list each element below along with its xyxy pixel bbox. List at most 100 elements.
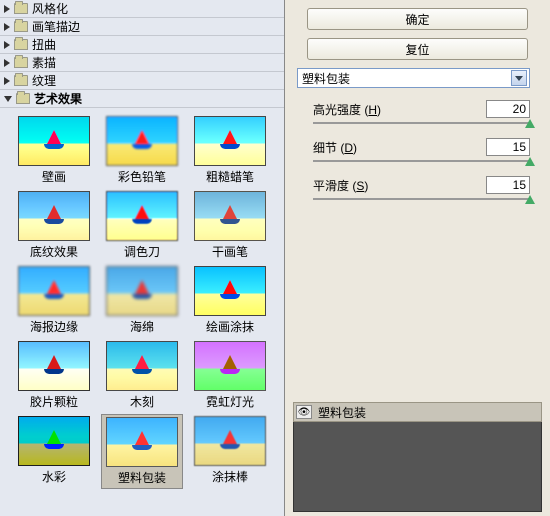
effect-layer-label: 塑料包装 bbox=[318, 404, 366, 421]
filter-preview-image bbox=[194, 266, 266, 316]
filter-thumb[interactable]: 胶片颗粒 bbox=[13, 339, 95, 412]
reset-button[interactable]: 复位 bbox=[307, 38, 528, 60]
filter-dropdown[interactable]: 塑料包装 bbox=[297, 68, 530, 88]
filter-preview-image bbox=[18, 116, 90, 166]
category-row[interactable]: 纹理 bbox=[0, 72, 284, 90]
filter-thumb[interactable]: 木刻 bbox=[101, 339, 183, 412]
filter-label: 木刻 bbox=[130, 393, 154, 410]
folder-icon bbox=[14, 75, 28, 86]
filter-label: 塑料包装 bbox=[118, 469, 166, 486]
filter-preview-image bbox=[194, 191, 266, 241]
folder-icon bbox=[14, 57, 28, 68]
category-row[interactable]: 风格化 bbox=[0, 0, 284, 18]
category-list: 风格化画笔描边扭曲素描纹理艺术效果 bbox=[0, 0, 284, 108]
filter-thumbnails: 壁画 彩色铅笔 粗糙蜡笔底纹效果 调色刀 干画笔海报边缘 海绵 绘画涂抹胶片颗粒 木刻 霓虹灯光… bbox=[0, 108, 284, 516]
filter-thumb[interactable]: 干画笔 bbox=[189, 189, 271, 262]
filter-label: 底纹效果 bbox=[30, 243, 78, 260]
folder-icon bbox=[14, 39, 28, 50]
filter-label: 水彩 bbox=[42, 468, 66, 485]
slider-thumb[interactable] bbox=[525, 119, 535, 128]
filter-preview-image bbox=[18, 266, 90, 316]
filter-thumb[interactable]: 塑料包装 bbox=[101, 414, 183, 489]
slider-row: 细节 (D) bbox=[313, 138, 530, 162]
triangle-right-icon bbox=[4, 5, 10, 13]
filter-thumb[interactable]: 底纹效果 bbox=[13, 189, 95, 262]
folder-icon bbox=[16, 93, 30, 104]
triangle-down-icon bbox=[4, 96, 12, 102]
slider-row: 平滑度 (S) bbox=[313, 176, 530, 200]
filter-thumb[interactable]: 海报边缘 bbox=[13, 264, 95, 337]
category-label: 风格化 bbox=[32, 0, 68, 17]
filter-thumb[interactable]: 水彩 bbox=[13, 414, 95, 489]
category-row[interactable]: 扭曲 bbox=[0, 36, 284, 54]
filter-preview-image bbox=[106, 266, 178, 316]
category-label: 素描 bbox=[32, 54, 56, 71]
filter-label: 粗糙蜡笔 bbox=[206, 168, 254, 185]
slider-row: 高光强度 (H) bbox=[313, 100, 530, 124]
chevron-down-icon bbox=[511, 70, 527, 86]
filter-preview-image bbox=[194, 416, 266, 466]
triangle-right-icon bbox=[4, 23, 10, 31]
category-label: 艺术效果 bbox=[34, 90, 82, 107]
filter-label: 彩色铅笔 bbox=[118, 168, 166, 185]
effect-layers: 👁 塑料包装 bbox=[293, 402, 542, 512]
eye-icon[interactable]: 👁 bbox=[296, 405, 312, 419]
right-panel: 确定 复位 塑料包装 高光强度 (H) 细节 (D) 平滑度 (S) 👁 塑料包装 bbox=[285, 0, 550, 516]
filter-thumb[interactable]: 彩色铅笔 bbox=[101, 114, 183, 187]
category-row[interactable]: 素描 bbox=[0, 54, 284, 72]
filter-preview-image bbox=[106, 191, 178, 241]
filter-label: 涂抹棒 bbox=[212, 468, 248, 485]
category-row[interactable]: 画笔描边 bbox=[0, 18, 284, 36]
filter-preview-image bbox=[106, 116, 178, 166]
filter-preview-image bbox=[106, 417, 178, 467]
triangle-right-icon bbox=[4, 77, 10, 85]
slider-thumb[interactable] bbox=[525, 195, 535, 204]
category-label: 画笔描边 bbox=[32, 18, 80, 35]
filter-label: 调色刀 bbox=[124, 243, 160, 260]
folder-icon bbox=[14, 3, 28, 14]
slider-value-input[interactable] bbox=[486, 100, 530, 118]
triangle-right-icon bbox=[4, 41, 10, 49]
effect-layers-body bbox=[293, 422, 542, 512]
filter-preview-image bbox=[18, 191, 90, 241]
filter-thumb[interactable]: 绘画涂抹 bbox=[189, 264, 271, 337]
filter-thumb[interactable]: 霓虹灯光 bbox=[189, 339, 271, 412]
ok-button[interactable]: 确定 bbox=[307, 8, 528, 30]
filter-thumb[interactable]: 调色刀 bbox=[101, 189, 183, 262]
slider-label: 高光强度 (H) bbox=[313, 101, 381, 118]
filter-label: 霓虹灯光 bbox=[206, 393, 254, 410]
slider-label: 平滑度 (S) bbox=[313, 177, 368, 194]
filter-preview-image bbox=[18, 416, 90, 466]
sliders-group: 高光强度 (H) 细节 (D) 平滑度 (S) bbox=[293, 100, 542, 214]
slider-thumb[interactable] bbox=[525, 157, 535, 166]
filter-preview-image bbox=[194, 116, 266, 166]
filter-label: 壁画 bbox=[42, 168, 66, 185]
triangle-right-icon bbox=[4, 59, 10, 67]
filter-thumb[interactable]: 海绵 bbox=[101, 264, 183, 337]
filter-thumb[interactable]: 壁画 bbox=[13, 114, 95, 187]
filter-label: 绘画涂抹 bbox=[206, 318, 254, 335]
filter-label: 海报边缘 bbox=[30, 318, 78, 335]
filter-gallery-dialog: 风格化画笔描边扭曲素描纹理艺术效果 壁画 彩色铅笔 粗糙蜡笔底纹效果 调色刀 干画笔海报… bbox=[0, 0, 550, 516]
slider-value-input[interactable] bbox=[486, 138, 530, 156]
slider-track[interactable] bbox=[313, 198, 530, 200]
dropdown-selected: 塑料包装 bbox=[302, 70, 350, 87]
slider-value-input[interactable] bbox=[486, 176, 530, 194]
filter-preview-image bbox=[194, 341, 266, 391]
category-label: 纹理 bbox=[32, 72, 56, 89]
slider-track[interactable] bbox=[313, 160, 530, 162]
filter-label: 海绵 bbox=[130, 318, 154, 335]
filter-preview-image bbox=[106, 341, 178, 391]
slider-track[interactable] bbox=[313, 122, 530, 124]
category-row[interactable]: 艺术效果 bbox=[0, 90, 284, 108]
filter-thumb[interactable]: 粗糙蜡笔 bbox=[189, 114, 271, 187]
left-panel: 风格化画笔描边扭曲素描纹理艺术效果 壁画 彩色铅笔 粗糙蜡笔底纹效果 调色刀 干画笔海报… bbox=[0, 0, 285, 516]
filter-thumb[interactable]: 涂抹棒 bbox=[189, 414, 271, 489]
filter-label: 干画笔 bbox=[212, 243, 248, 260]
filter-label: 胶片颗粒 bbox=[30, 393, 78, 410]
category-label: 扭曲 bbox=[32, 36, 56, 53]
filter-preview-image bbox=[18, 341, 90, 391]
slider-label: 细节 (D) bbox=[313, 139, 357, 156]
effect-layer-row[interactable]: 👁 塑料包装 bbox=[293, 402, 542, 422]
folder-icon bbox=[14, 21, 28, 32]
